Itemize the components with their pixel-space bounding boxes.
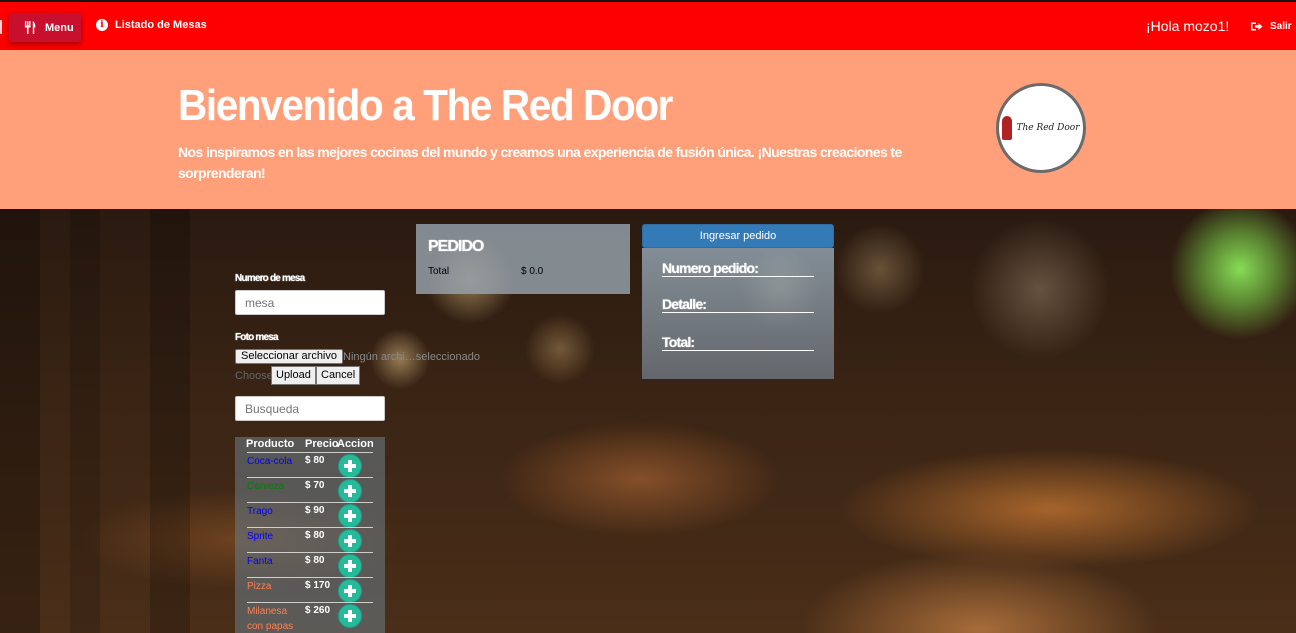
table-number-input[interactable] (235, 290, 385, 315)
table-number-label: Numero de mesa (235, 273, 305, 284)
order-number-label: Numero pedido: (662, 260, 814, 277)
search-input[interactable] (235, 396, 385, 421)
order-detail-label: Detalle: (662, 296, 814, 313)
add-product-button[interactable] (338, 479, 362, 503)
header-price: Precio (305, 438, 339, 450)
hero-title: Bienvenido a The Red Door (178, 81, 673, 130)
plus-circle-icon (344, 610, 356, 622)
product-name: Pizza (247, 581, 272, 592)
add-product-button[interactable] (338, 554, 362, 578)
plus-circle-icon (344, 460, 356, 472)
add-product-button[interactable] (338, 529, 362, 553)
menu-button-label: Menu (45, 21, 74, 34)
add-product-button[interactable] (338, 579, 362, 603)
file-status-text: Ningún archi…seleccionado (343, 351, 480, 363)
product-table: Producto Precio Accion Coca-cola $ 80 Ce… (235, 437, 385, 633)
header-action: Accion (337, 438, 374, 450)
order-panel: PEDIDO Total $ 0.0 (416, 224, 630, 294)
product-name: Cerveza (247, 481, 285, 492)
tables-list-link[interactable]: i Listado de Mesas (96, 19, 207, 31)
product-price: $ 80 (305, 455, 325, 466)
user-greeting: ¡Hola mozo1! (1146, 18, 1230, 34)
add-product-button[interactable] (338, 604, 362, 628)
logout-link[interactable]: Salir (1251, 21, 1292, 32)
product-price: $ 80 (305, 555, 325, 566)
product-row: Milanesa con papas $ 260 (247, 602, 373, 633)
cancel-button[interactable]: Cancel (316, 366, 361, 385)
utensils-icon (24, 21, 36, 34)
submit-order-button[interactable]: Ingresar pedido (642, 224, 834, 248)
menu-button[interactable]: Menu (9, 13, 81, 42)
bg-shade (150, 209, 190, 633)
product-name: Trago (247, 506, 273, 517)
bg-shade (0, 209, 40, 633)
navbar: Menu i Listado de Mesas ¡Hola mozo1! Sal… (0, 2, 1296, 50)
restaurant-logo: The Red Door (996, 83, 1086, 173)
red-door-icon (1002, 116, 1013, 140)
plus-circle-icon (344, 485, 356, 497)
upload-button[interactable]: Upload (271, 366, 316, 385)
navbar-edge (0, 20, 2, 34)
product-name: Milanesa con papas (247, 606, 294, 632)
tables-list-label: Listado de Mesas (115, 19, 207, 31)
plus-circle-icon (344, 585, 356, 597)
bg-shade (70, 209, 100, 633)
plus-circle-icon (344, 510, 356, 522)
order-summary-panel: Numero pedido: Detalle: Total: (642, 248, 834, 379)
add-product-button[interactable] (338, 454, 362, 478)
order-title: PEDIDO (428, 238, 484, 255)
sign-out-icon (1251, 22, 1263, 31)
plus-circle-icon (344, 535, 356, 547)
product-price: $ 90 (305, 505, 325, 516)
header-product: Producto (246, 438, 295, 450)
product-price: $ 80 (305, 530, 325, 541)
product-name: Coca-cola (247, 456, 293, 467)
logo-text: The Red Door (1016, 123, 1080, 133)
product-row: Cerveza $ 70 (247, 477, 373, 503)
product-name: Sprite (247, 531, 274, 542)
hero-subtitle: Nos inspiramos en las mejores cocinas de… (178, 144, 902, 181)
order-total-label: Total (428, 266, 450, 277)
product-price: $ 70 (305, 480, 325, 491)
choose-file-button[interactable]: Seleccionar archivo (235, 349, 343, 364)
product-row: Trago $ 90 (247, 502, 373, 528)
product-row: Coca-cola $ 80 (247, 452, 373, 478)
hero-banner: Bienvenido a The Red Door Nos inspiramos… (0, 50, 1296, 209)
order-total-summary-label: Total: (662, 334, 814, 351)
product-row: Pizza $ 170 (247, 577, 373, 603)
logout-label: Salir (1270, 21, 1292, 32)
add-product-button[interactable] (338, 504, 362, 528)
order-total-value: $ 0.0 (521, 266, 544, 277)
product-row: Fanta $ 80 (247, 552, 373, 578)
choose-text: Choose (235, 370, 273, 382)
info-icon: i (96, 19, 108, 31)
product-row: Sprite $ 80 (247, 527, 373, 553)
plus-circle-icon (344, 560, 356, 572)
product-name: Fanta (247, 556, 273, 567)
product-price: $ 260 (305, 605, 331, 616)
product-price: $ 170 (305, 580, 331, 591)
table-photo-label: Foto mesa (235, 332, 279, 343)
